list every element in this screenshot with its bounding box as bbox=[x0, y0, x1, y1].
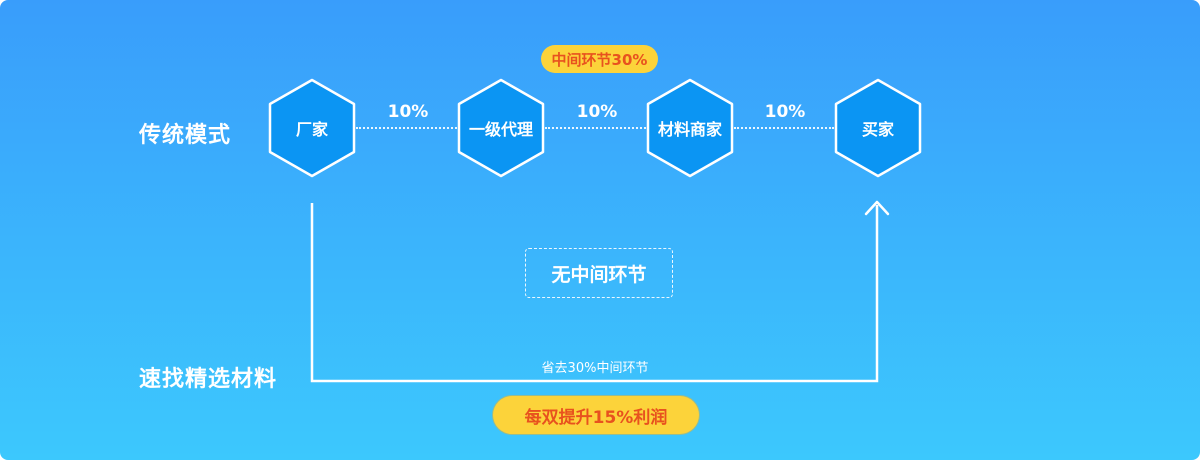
node-material-dealer: 材料商家 bbox=[646, 78, 734, 178]
margin-label-2: 10% bbox=[576, 102, 618, 122]
traditional-mode-label: 传统模式 bbox=[139, 123, 232, 148]
node-label: 一级代理 bbox=[468, 120, 533, 139]
node-label: 买家 bbox=[861, 120, 894, 139]
node-buyer: 买家 bbox=[834, 78, 922, 178]
saved-caption: 省去30%中间环节 bbox=[541, 361, 649, 376]
node-manufacturer: 厂家 bbox=[268, 78, 356, 178]
margin-label-1: 10% bbox=[387, 102, 429, 122]
margin-label-3: 10% bbox=[764, 102, 806, 122]
node-label: 材料商家 bbox=[657, 120, 722, 139]
direct-mode-label: 速找精选材料 bbox=[139, 367, 278, 392]
profit-badge: 每双提升15%利润 bbox=[493, 396, 699, 434]
connector-3 bbox=[734, 127, 834, 129]
node-first-agent: 一级代理 bbox=[457, 78, 545, 178]
no-middle-box: 无中间环节 bbox=[525, 248, 673, 298]
middle-total-badge: 中间环节30% bbox=[541, 45, 658, 73]
connector-1 bbox=[356, 127, 457, 129]
connector-2 bbox=[545, 127, 646, 129]
flow-diagram-panel: 传统模式 速找精选材料 中间环节30% 10% 10% 10% 厂家 一级代理 … bbox=[0, 0, 1200, 460]
node-label: 厂家 bbox=[295, 120, 328, 139]
